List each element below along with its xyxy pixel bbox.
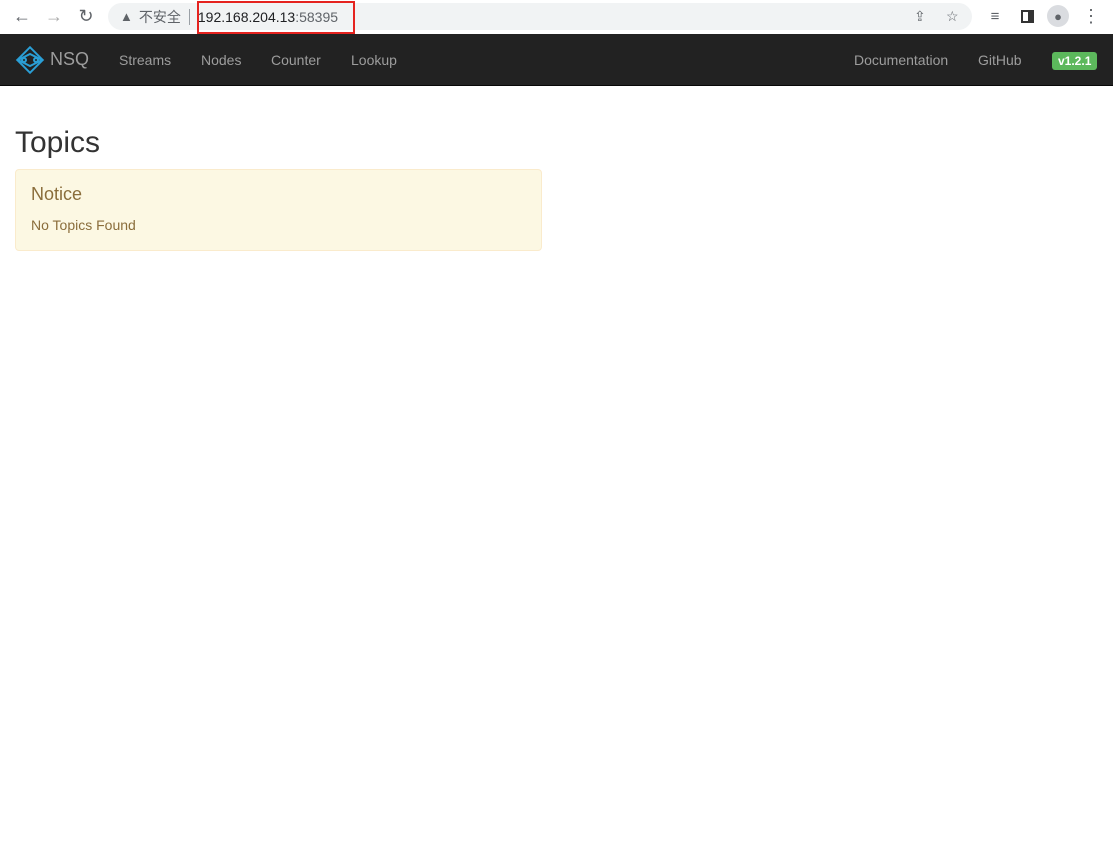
back-icon[interactable]: ←: [11, 5, 33, 27]
warning-icon[interactable]: ▲: [120, 9, 133, 24]
nav-documentation[interactable]: Documentation: [854, 52, 948, 68]
star-icon[interactable]: ☆: [946, 8, 959, 25]
notice-message: No Topics Found: [31, 217, 136, 233]
profile-icon[interactable]: ●: [1047, 5, 1069, 27]
notice-alert: Notice No Topics Found: [15, 169, 542, 251]
security-label[interactable]: 不安全: [139, 7, 181, 27]
forward-icon[interactable]: →: [43, 5, 65, 27]
side-panel-icon[interactable]: [1016, 5, 1038, 27]
highlight-box: [197, 1, 355, 34]
page-title: Topics: [15, 126, 101, 159]
version-badge: v1.2.1: [1052, 52, 1098, 70]
nav-nodes[interactable]: Nodes: [201, 52, 241, 68]
brand[interactable]: NSQ: [15, 45, 89, 75]
divider: [188, 8, 190, 25]
browser-toolbar: ← → ↻ ▲ 不安全 192.168.204.13:58395 ⇪ ☆ ≡ ●…: [0, 0, 1113, 34]
menu-icon[interactable]: ⋮: [1080, 5, 1102, 27]
nav-streams[interactable]: Streams: [119, 52, 171, 68]
nsq-logo-icon: [15, 45, 45, 74]
nav-github[interactable]: GitHub: [978, 52, 1022, 68]
media-icon[interactable]: ≡: [984, 5, 1006, 27]
navbar: NSQ Streams Nodes Counter Lookup Documen…: [0, 34, 1113, 86]
nav-lookup[interactable]: Lookup: [351, 52, 397, 68]
share-icon[interactable]: ⇪: [914, 8, 926, 25]
reload-icon[interactable]: ↻: [75, 5, 97, 27]
nav-counter[interactable]: Counter: [271, 52, 321, 68]
brand-name: NSQ: [50, 49, 90, 69]
notice-heading: Notice: [31, 184, 83, 204]
